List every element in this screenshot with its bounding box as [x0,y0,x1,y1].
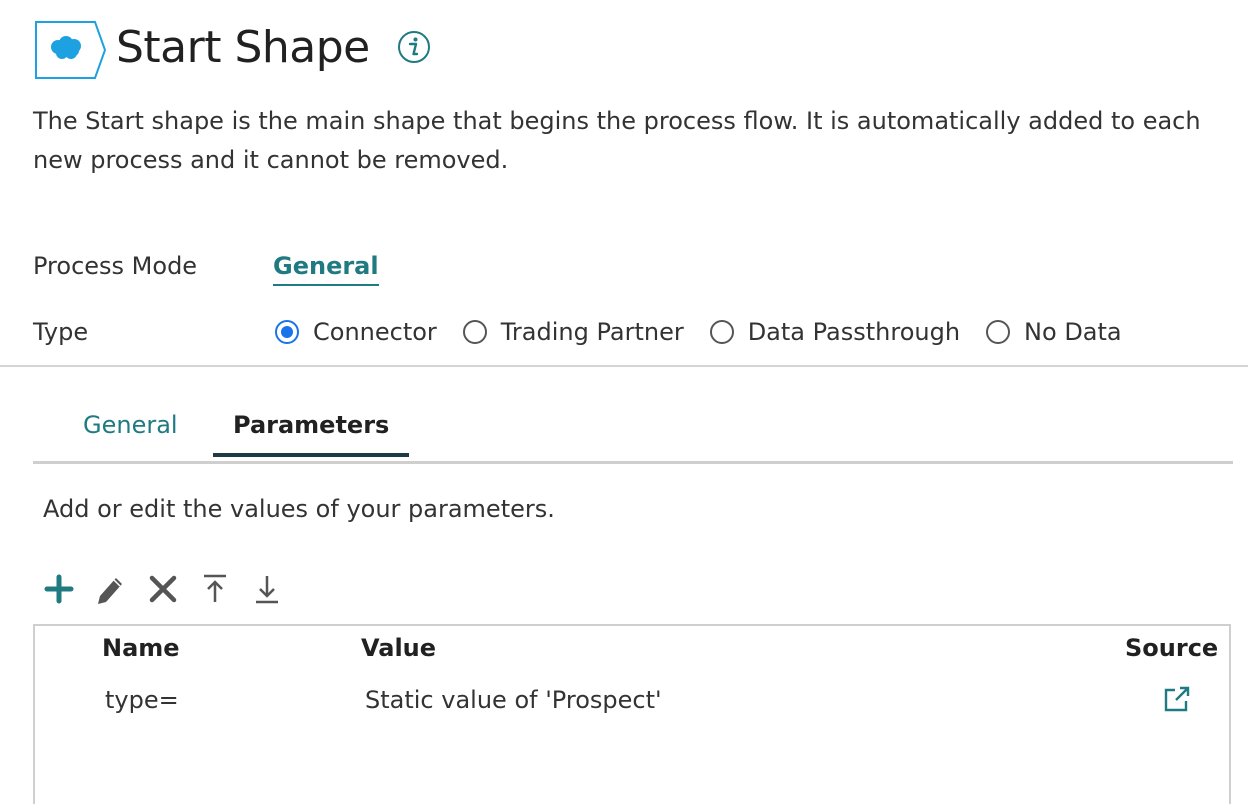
radio-button[interactable] [709,320,734,344]
page-title: Start Shape [116,22,370,73]
type-option-data-passthrough[interactable]: Data Passthrough [709,318,961,346]
parameters-table [33,624,1231,804]
section-divider [0,365,1248,367]
type-option-connector[interactable]: Connector [275,318,437,346]
tab-parameters[interactable]: Parameters [213,405,410,457]
salesforce-cloud-icon [35,21,107,79]
table-cell-name[interactable]: type= [105,686,179,714]
delete-x-icon[interactable] [147,572,179,606]
move-to-top-icon[interactable] [199,572,231,606]
add-icon[interactable] [43,572,75,606]
parameters-hint: Add or edit the values of your parameter… [43,495,555,523]
column-header-name[interactable]: Name [102,634,180,662]
tab-general[interactable]: General [63,405,198,453]
radio-label: Data Passthrough [747,318,961,346]
column-header-source[interactable]: Source [1125,634,1218,662]
type-label: Type [33,318,89,346]
column-header-value[interactable]: Value [361,634,436,662]
table-cell-value[interactable]: Static value of 'Prospect' [365,686,662,714]
radio-button[interactable] [986,320,1011,344]
move-to-bottom-icon[interactable] [251,572,283,606]
external-link-icon[interactable] [1162,684,1192,714]
radio-label: Connector [313,318,437,346]
radio-button[interactable] [462,320,487,344]
radio-label: Trading Partner [500,318,684,346]
edit-pencil-icon[interactable] [94,572,126,606]
radio-label: No Data [1024,318,1122,346]
process-mode-value[interactable]: General [273,252,379,286]
type-option-no-data[interactable]: No Data [986,318,1122,346]
type-option-trading-partner[interactable]: Trading Partner [462,318,684,346]
shape-description: The Start shape is the main shape that b… [33,107,1201,174]
info-icon[interactable] [397,30,431,64]
process-mode-label: Process Mode [33,252,198,280]
type-radio-group: Connector Trading Partner Data Passthrou… [275,318,1148,346]
tab-bar: General Parameters [33,405,1233,464]
radio-button-checked[interactable] [275,320,299,344]
